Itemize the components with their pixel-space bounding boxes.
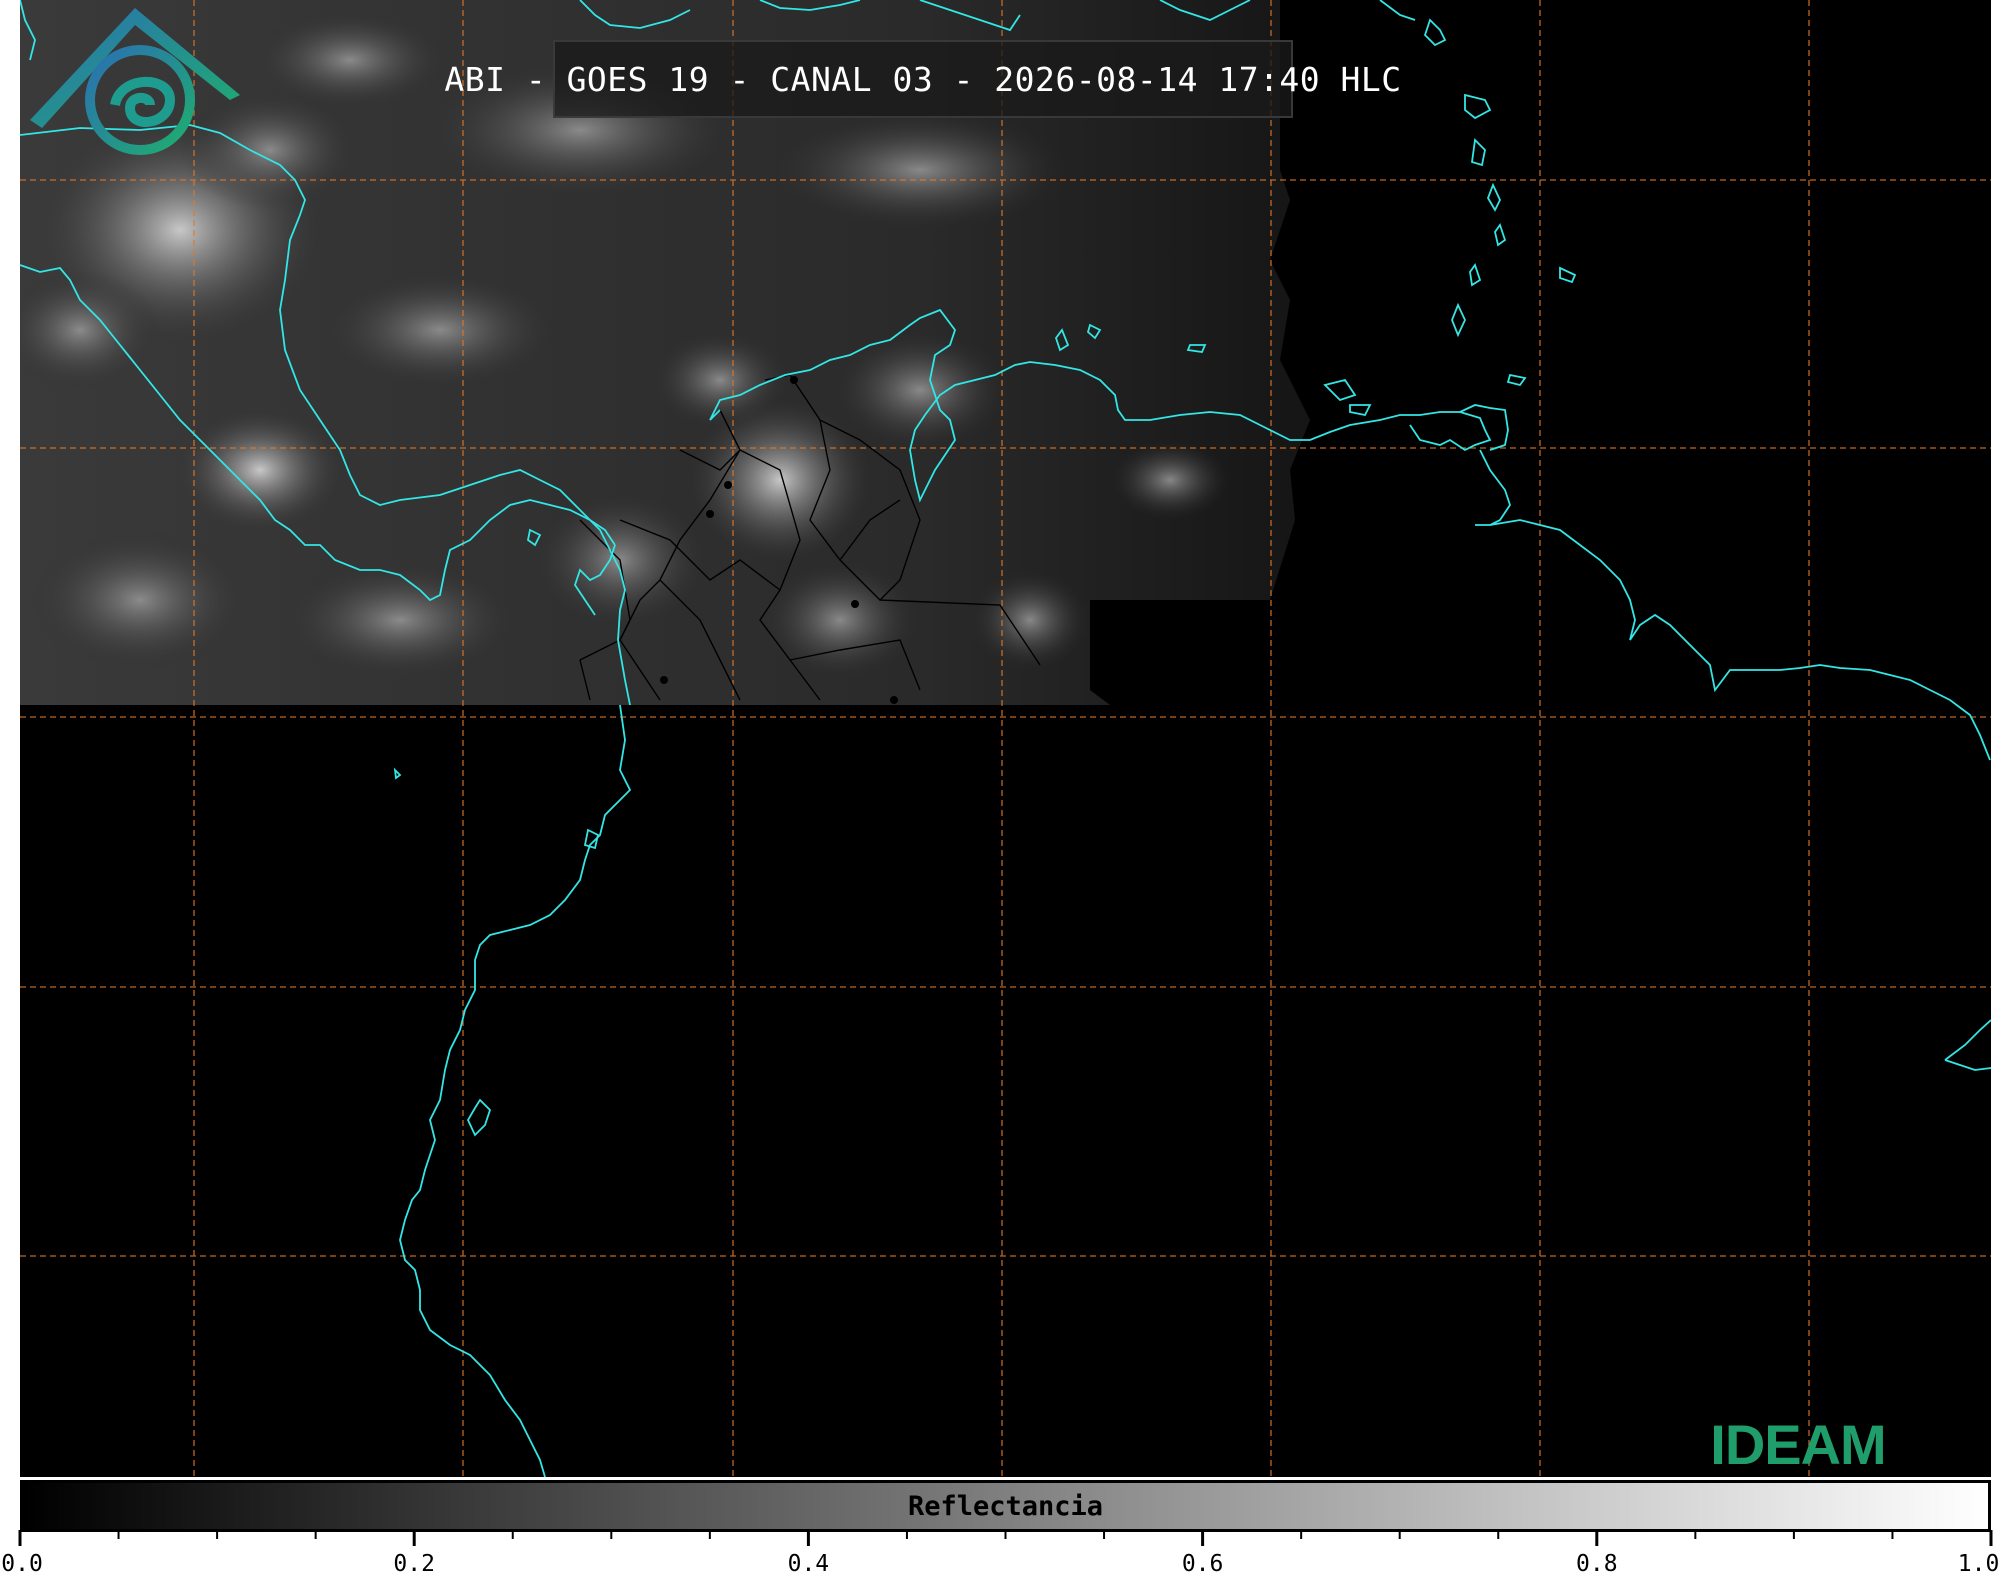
tick-label: 0.0 bbox=[1, 1551, 43, 1577]
reflectance-colorbar: Reflectancia bbox=[20, 1480, 1991, 1532]
tick-label: 0.2 bbox=[393, 1551, 435, 1577]
colorbar-ticks bbox=[18, 1530, 1993, 1546]
tick-label: 1.0 bbox=[1957, 1551, 2000, 1577]
ideam-logo-icon bbox=[30, 8, 240, 155]
tick-label: 0.8 bbox=[1576, 1551, 1618, 1577]
image-title: ABI - GOES 19 - CANAL 03 - 2026-08-14 17… bbox=[444, 40, 1401, 118]
tick-label: 0.6 bbox=[1181, 1551, 1224, 1577]
satellite-image-viewer: ABI - GOES 19 - CANAL 03 - 2026-08-14 17… bbox=[0, 0, 2011, 1577]
map-canvas bbox=[20, 0, 1991, 1477]
ideam-logo-text: IDEAM bbox=[1710, 1413, 1886, 1476]
tick-label: 0.4 bbox=[787, 1551, 830, 1577]
colorbar-label: Reflectancia bbox=[907, 1490, 1104, 1522]
satellite-map: ABI - GOES 19 - CANAL 03 - 2026-08-14 17… bbox=[20, 0, 1991, 1477]
